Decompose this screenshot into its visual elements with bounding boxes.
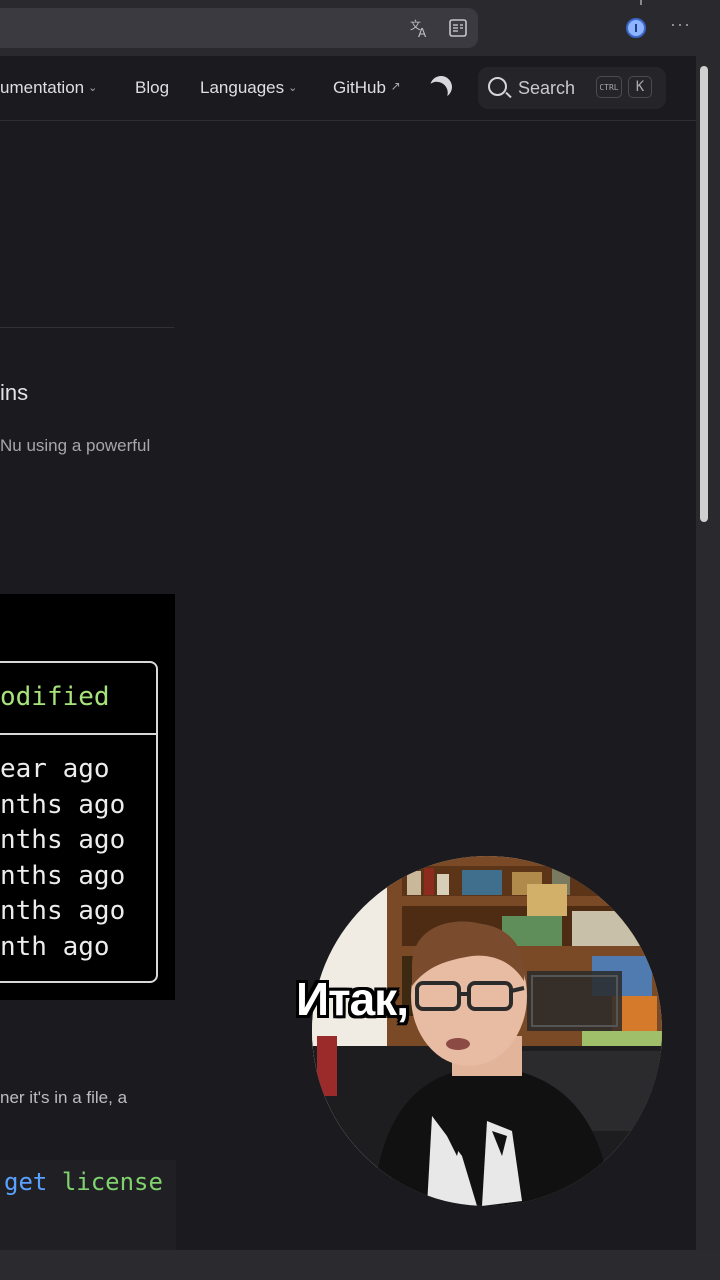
code-block: get license: [0, 1160, 176, 1250]
table-row: nths ago: [0, 790, 126, 820]
nav-languages-label: Languages: [200, 78, 285, 97]
table-row: nths ago: [0, 861, 126, 891]
section-heading: ins: [0, 380, 29, 405]
search-label: Search: [518, 78, 576, 98]
more-options-icon[interactable]: ···: [670, 14, 694, 38]
search-icon: [488, 77, 507, 96]
shortcut-ctrl-key: CTRL: [596, 76, 622, 98]
reader-view-icon[interactable]: [446, 16, 470, 40]
section-description: Nu using a powerful: [0, 436, 151, 455]
presenter-video: [312, 856, 662, 1206]
code-argument: license: [61, 1168, 163, 1196]
address-bar[interactable]: [0, 8, 478, 48]
code-line: get license: [4, 1168, 163, 1196]
dark-mode-toggle-icon[interactable]: [427, 73, 455, 101]
section-divider: [0, 327, 174, 328]
search-button[interactable]: Search CTRL K: [478, 67, 666, 109]
code-command: get: [4, 1168, 48, 1196]
nav-documentation[interactable]: umentation ⌄: [0, 78, 97, 98]
external-link-icon: ↗: [390, 79, 401, 93]
body-paragraph: ner it's in a file, a: [0, 1088, 128, 1107]
site-navbar: umentation ⌄ Blog Languages ⌄ GitHub ↗ Sea…: [0, 56, 696, 121]
table-row: ear ago: [0, 754, 110, 784]
nav-documentation-label: umentation: [0, 78, 85, 97]
scrollbar-thumb[interactable]: [700, 66, 708, 522]
chevron-down-icon: ⌄: [288, 82, 298, 94]
browser-toolbar: 文A ···: [0, 0, 720, 56]
table-row: nths ago: [0, 825, 126, 855]
table-row: nth ago: [0, 932, 110, 962]
shortcut-k-key: K: [628, 76, 652, 98]
password-manager-icon[interactable]: [626, 18, 646, 38]
table-header-modified: odified: [0, 682, 110, 712]
webcam-overlay: [312, 856, 662, 1206]
svg-text:A: A: [418, 26, 427, 39]
nav-languages[interactable]: Languages ⌄: [200, 78, 297, 98]
chevron-down-icon: ⌄: [88, 82, 98, 94]
window-bottom-edge: [0, 1250, 720, 1280]
table-row: nths ago: [0, 896, 126, 926]
translate-icon[interactable]: 文A: [408, 16, 432, 40]
terminal-output: odified ear ago nths ago nths ago nths a…: [0, 594, 175, 1000]
subtitle-caption: Итак,: [296, 973, 409, 1025]
nav-github-label: GitHub: [333, 78, 386, 97]
nav-github[interactable]: GitHub ↗: [333, 78, 401, 98]
nav-blog[interactable]: Blog: [135, 78, 169, 98]
window-edge-marker: [640, 0, 642, 5]
table-header-separator: [0, 733, 158, 735]
